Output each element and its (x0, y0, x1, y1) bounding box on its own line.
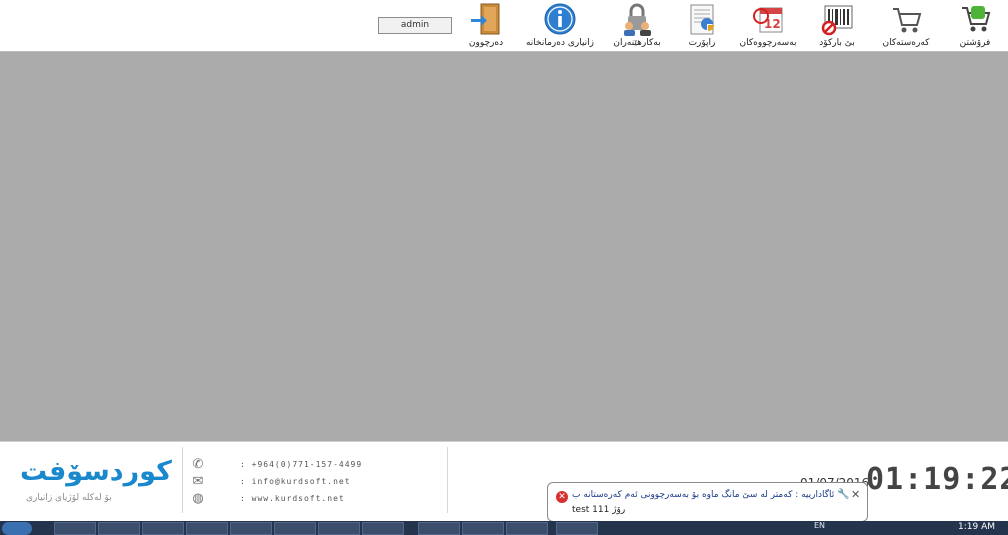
exit-button[interactable]: دەرچوون (446, 2, 526, 50)
exit-door-icon (469, 2, 503, 36)
footer-divider (182, 447, 183, 513)
no-barcode-label: بێ بارکۆد (819, 38, 855, 48)
taskbar-app-button[interactable] (318, 522, 360, 535)
phone-icon: ✆ (192, 457, 204, 472)
report-icon (685, 2, 719, 36)
mail-icon: ✉ (192, 474, 204, 489)
top-toolbar: admin فرۆشتن کەرەستەکان بێ بارکۆد 12 بەس… (0, 0, 1008, 52)
close-icon[interactable]: ✕ (851, 488, 860, 501)
company-tagline: بۆ لەکلە لۆژیای زانیاری (26, 493, 112, 503)
error-icon: ✕ (556, 491, 568, 503)
cart-green-icon (958, 2, 992, 36)
exit-label: دەرچوون (468, 38, 504, 48)
taskbar-clock[interactable]: 1:19 AM (958, 522, 995, 532)
footer-divider (447, 447, 448, 513)
windows-taskbar: EN 1:19 AM (0, 521, 1008, 535)
users-lock-icon (620, 2, 654, 36)
email-address: : info@kurdsoft.net (240, 477, 351, 486)
language-indicator[interactable]: EN (814, 521, 825, 530)
taskbar-app-button[interactable] (362, 522, 404, 535)
info-icon (543, 2, 577, 36)
taskbar-app-button[interactable] (418, 522, 460, 535)
taskbar-app-button[interactable] (230, 522, 272, 535)
cart-icon (889, 2, 923, 36)
expired-calendar-icon: 12 (751, 2, 785, 36)
taskbar-app-button[interactable] (274, 522, 316, 535)
pharmacy-info-button[interactable]: زانیاری دەرمانخانە (520, 2, 600, 50)
taskbar-app-button[interactable] (98, 522, 140, 535)
taskbar-app-button[interactable] (186, 522, 228, 535)
wrench-icon[interactable]: 🔧 (837, 489, 849, 500)
digital-clock: 01:19:22 (866, 462, 1008, 497)
users-label: بەکارهێنەران (613, 38, 661, 48)
notification-balloon[interactable]: ✕ ئاگادارییە : کەمتر لە سێ مانگ ماوە بۆ … (547, 482, 868, 529)
phone-number: : +964(0)771-157-4499 (240, 460, 363, 469)
items-label: کەرەستەکان (882, 38, 930, 48)
notification-title: ئاگادارییە : کەمتر لە سێ مانگ ماوە بۆ بە… (572, 490, 835, 500)
company-logo: کوردسۆفت (20, 456, 172, 487)
start-button[interactable] (2, 522, 32, 535)
notification-message: test 111 رۆژ (572, 505, 626, 515)
taskbar-app-button[interactable] (54, 522, 96, 535)
pharmacy-info-label: زانیاری دەرمانخانە (525, 38, 595, 48)
items-button[interactable]: کەرەستەکان (866, 2, 946, 50)
users-button[interactable]: بەکارهێنەران (597, 2, 677, 50)
no-barcode-button[interactable]: بێ بارکۆد (797, 2, 877, 50)
current-user-field: admin (378, 17, 452, 34)
main-content-area (0, 52, 1008, 441)
taskbar-app-button[interactable] (462, 522, 504, 535)
taskbar-app-button[interactable] (556, 522, 598, 535)
globe-icon: ◍ (192, 491, 204, 506)
no-barcode-icon (820, 2, 854, 36)
taskbar-app-button[interactable] (506, 522, 548, 535)
taskbar-app-button[interactable] (142, 522, 184, 535)
website-address: : www.kurdsoft.net (240, 494, 345, 503)
